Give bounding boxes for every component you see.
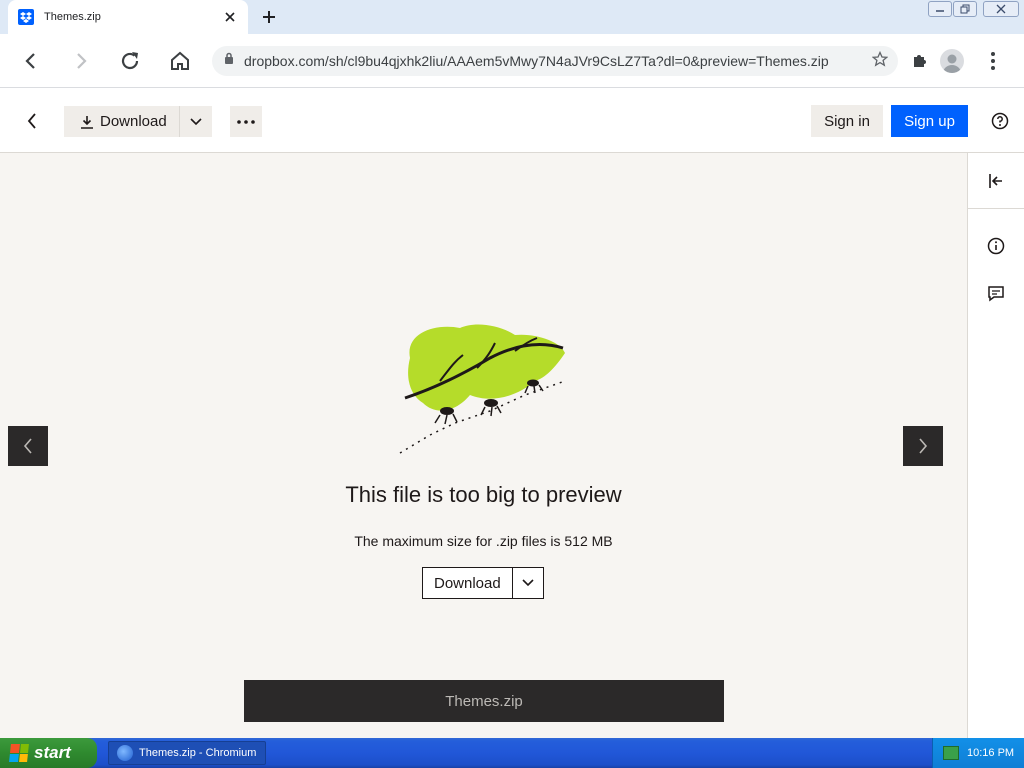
- side-panel-divider: [968, 208, 1024, 209]
- download-button-secondary[interactable]: Download: [423, 568, 513, 598]
- preview-area: This file is too big to preview The maxi…: [0, 153, 967, 738]
- side-panel: [967, 153, 1024, 738]
- home-icon[interactable]: [165, 46, 195, 76]
- url-text: dropbox.com/sh/cl9bu4qjxhk2liu/AAAem5vMw…: [244, 53, 829, 69]
- address-bar[interactable]: dropbox.com/sh/cl9bu4qjxhk2liu/AAAem5vMw…: [212, 46, 898, 76]
- close-window-button[interactable]: [983, 1, 1019, 17]
- preview-unavailable-title: This file is too big to preview: [345, 482, 622, 507]
- start-label: start: [34, 743, 71, 762]
- more-options-button[interactable]: [230, 106, 262, 137]
- taskbar-item-label: Themes.zip - Chromium: [139, 747, 257, 759]
- sign-up-button[interactable]: Sign up: [891, 105, 968, 137]
- leaf-ants-illustration: [399, 324, 566, 454]
- browser-toolbar: dropbox.com/sh/cl9bu4qjxhk2liu/AAAem5vMw…: [0, 34, 1024, 88]
- download-button[interactable]: Download: [64, 106, 180, 137]
- puzzle-icon[interactable]: [905, 46, 935, 76]
- restore-window-button[interactable]: [953, 1, 977, 17]
- tab-title: Themes.zip: [44, 11, 101, 23]
- max-size-message: The maximum size for .zip files is 512 M…: [354, 533, 613, 549]
- taskbar-item-chromium[interactable]: Themes.zip - Chromium: [108, 741, 266, 765]
- help-icon[interactable]: [989, 110, 1011, 132]
- browser-tab-strip: Themes.zip: [0, 0, 1024, 34]
- forward-icon[interactable]: [66, 46, 96, 76]
- back-icon[interactable]: [16, 46, 46, 76]
- reload-icon[interactable]: [115, 46, 145, 76]
- chevron-right-icon: [919, 438, 928, 454]
- back-icon[interactable]: [18, 107, 46, 135]
- download-icon: [81, 115, 93, 129]
- info-icon[interactable]: [985, 235, 1007, 257]
- previous-file-button[interactable]: [8, 426, 48, 466]
- network-icon[interactable]: [943, 746, 959, 760]
- star-icon[interactable]: [871, 50, 889, 72]
- browser-tab[interactable]: Themes.zip: [8, 0, 248, 34]
- new-tab-plus-icon[interactable]: [258, 6, 280, 28]
- sign-in-button[interactable]: Sign in: [811, 105, 883, 137]
- chevron-down-icon[interactable]: [180, 106, 212, 137]
- close-tab-icon[interactable]: [222, 9, 238, 25]
- start-button[interactable]: start: [0, 738, 97, 768]
- clock: 10:16 PM: [967, 747, 1015, 759]
- file-name-bar: Themes.zip: [244, 680, 724, 722]
- lock-icon[interactable]: [224, 52, 234, 70]
- chromium-icon: [117, 745, 133, 761]
- download-label: Download: [100, 113, 167, 130]
- collapse-panel-icon[interactable]: [985, 170, 1007, 192]
- more-icon: [237, 119, 255, 124]
- kebab-icon[interactable]: [978, 46, 1008, 76]
- next-file-button[interactable]: [903, 426, 943, 466]
- windows-logo-icon: [9, 744, 29, 762]
- system-tray: 10:16 PM: [932, 738, 1024, 768]
- comment-icon[interactable]: [985, 283, 1007, 305]
- taskbar: start Themes.zip - Chromium 10:16 PM: [0, 738, 1024, 768]
- dropbox-favicon-icon: [18, 9, 34, 25]
- download-button-group: Download: [64, 106, 212, 137]
- download-button-group-secondary: Download: [422, 567, 544, 599]
- chevron-left-icon: [23, 438, 32, 454]
- chevron-down-icon[interactable]: [513, 568, 543, 598]
- profile-icon[interactable]: [940, 49, 964, 73]
- minimize-window-button[interactable]: [928, 1, 952, 17]
